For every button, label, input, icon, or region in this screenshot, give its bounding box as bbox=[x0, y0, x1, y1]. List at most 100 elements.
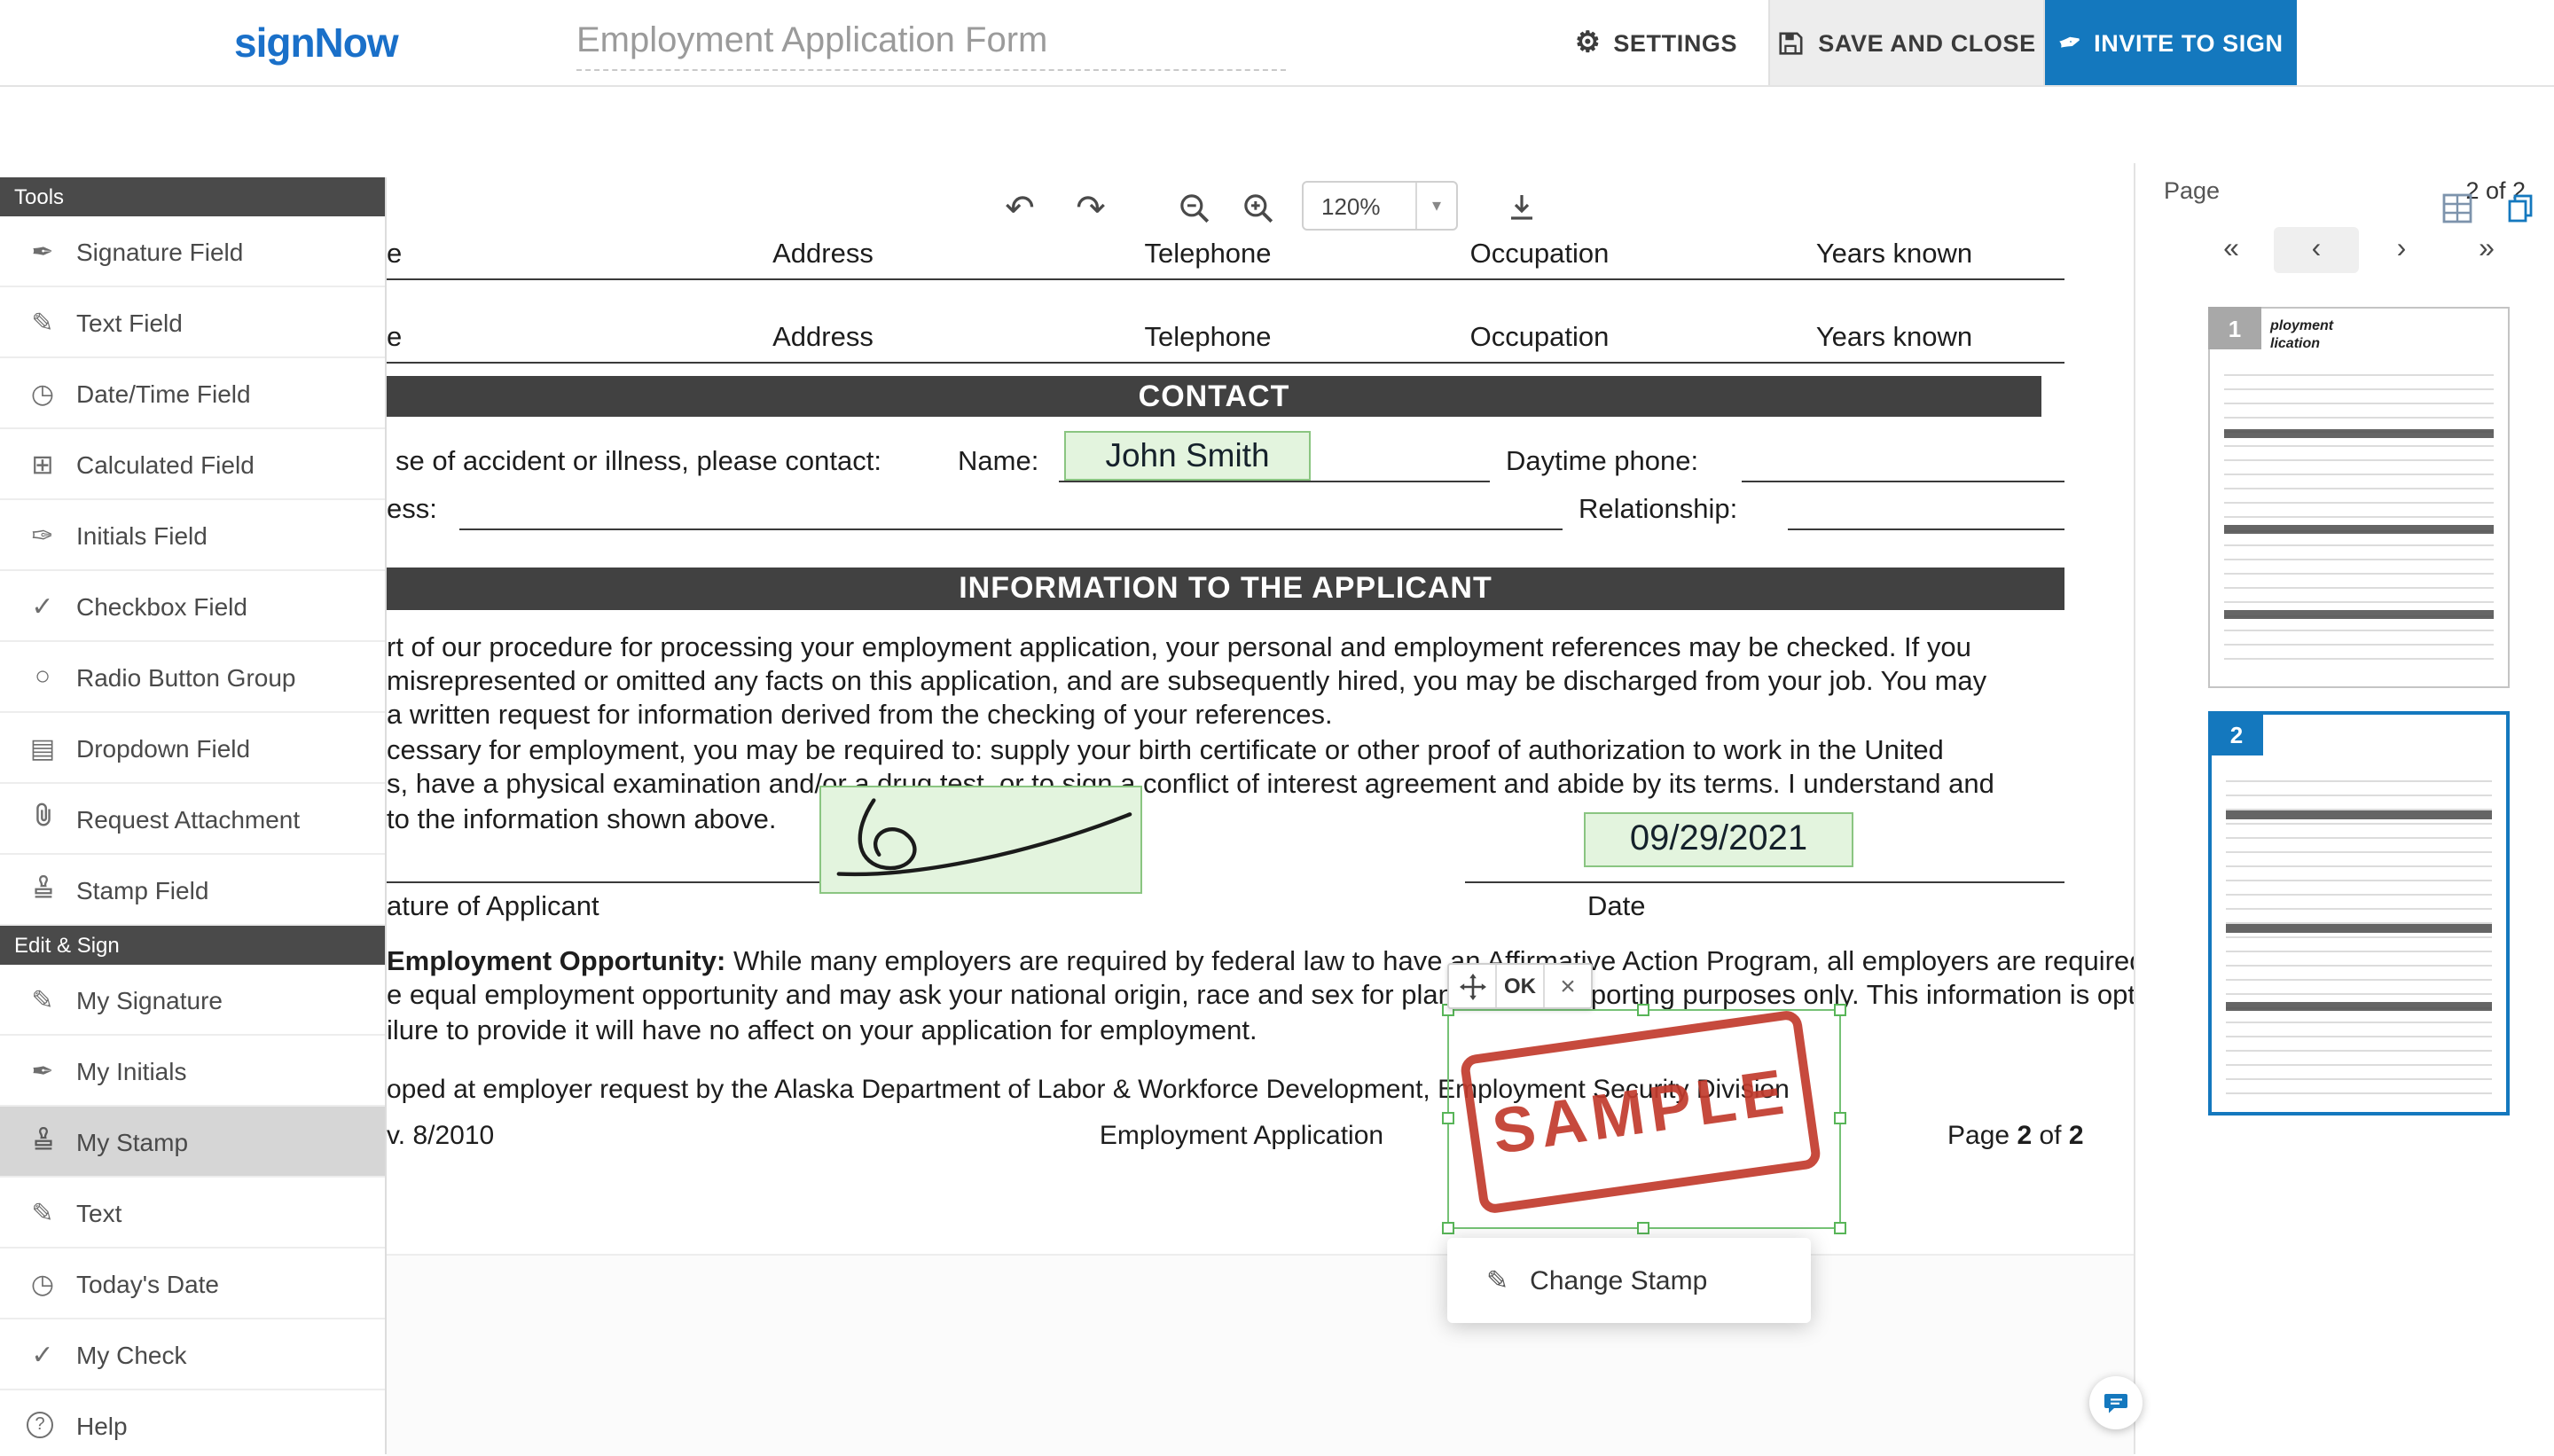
col-header-address: Address bbox=[772, 239, 874, 271]
pen-icon: ✑ bbox=[27, 519, 59, 551]
paragraph-line: cessary for employment, you may be requi… bbox=[387, 736, 1944, 768]
stamp-selection-box[interactable]: SAMPLE bbox=[1447, 1009, 1841, 1229]
pen-nib-icon: ✒ bbox=[27, 235, 59, 267]
settings-button[interactable]: ⚙ SETTINGS bbox=[1575, 0, 1737, 85]
zoom-out-icon bbox=[1177, 191, 1210, 224]
tools-header: Tools bbox=[0, 177, 385, 216]
document-title-input[interactable]: Employment Application Form bbox=[576, 21, 1286, 71]
sidebar-item-signature-field[interactable]: ✒ Signature Field bbox=[0, 216, 385, 287]
sidebar-item-dropdown-field[interactable]: ▤ Dropdown Field bbox=[0, 713, 385, 784]
col-header-telephone: Telephone bbox=[1144, 323, 1271, 355]
prev-page-button[interactable]: ‹ bbox=[2274, 227, 2359, 273]
sidebar-item-checkbox-field[interactable]: ✓ Checkbox Field bbox=[0, 571, 385, 642]
name-field-filled[interactable]: John Smith bbox=[1064, 431, 1311, 481]
date-field-filled[interactable]: 09/29/2021 bbox=[1584, 812, 1853, 867]
stamp-mini-toolbar: OK × bbox=[1447, 963, 1593, 1009]
top-bar: signNow Employment Application Form ⚙ SE… bbox=[0, 0, 2554, 87]
zoom-in-icon bbox=[1241, 191, 1274, 224]
change-stamp-popup[interactable]: ✎ Change Stamp bbox=[1447, 1238, 1811, 1323]
selection-handle[interactable] bbox=[1637, 1004, 1649, 1016]
page-thumbnail-1[interactable]: 1 ployment lication bbox=[2208, 307, 2510, 688]
form-line bbox=[1059, 481, 1490, 482]
fields-panel-button[interactable] bbox=[2433, 184, 2480, 231]
date-caption: Date bbox=[1587, 892, 1646, 924]
selection-handle[interactable] bbox=[1637, 1222, 1649, 1234]
sidebar-item-request-attachment[interactable]: Request Attachment bbox=[0, 784, 385, 855]
clock-icon: ◷ bbox=[27, 1267, 59, 1299]
eeo-line2: e equal employment opportunity and may a… bbox=[387, 981, 2193, 1013]
pencil-icon: ✎ bbox=[1486, 1264, 1508, 1296]
address-fragment: ess: bbox=[387, 495, 437, 527]
sidebar-item-calculated-field[interactable]: ⊞ Calculated Field bbox=[0, 429, 385, 500]
sidebar-item-help[interactable]: ? Help bbox=[0, 1390, 385, 1454]
selection-handle[interactable] bbox=[1834, 1222, 1846, 1234]
selection-handle[interactable] bbox=[1834, 1112, 1846, 1124]
selection-handle[interactable] bbox=[1442, 1112, 1454, 1124]
save-and-close-button[interactable]: SAVE AND CLOSE bbox=[1768, 0, 2045, 85]
footer-title: Employment Application bbox=[1100, 1121, 1383, 1151]
sidebar-item-label: Signature Field bbox=[76, 237, 243, 265]
page-navigation: « ‹ › » bbox=[2189, 227, 2529, 273]
sidebar-item-stamp-field[interactable]: Stamp Field bbox=[0, 855, 385, 926]
sidebar-item-label: My Signature bbox=[76, 985, 223, 1014]
sidebar-item-my-stamp[interactable]: My Stamp bbox=[0, 1107, 385, 1178]
redo-button[interactable]: ↷ bbox=[1068, 184, 1114, 231]
form-line bbox=[1788, 528, 2064, 530]
selection-handle[interactable] bbox=[1442, 1222, 1454, 1234]
thumbnail-1-content bbox=[2224, 362, 2494, 672]
fields-grid-icon bbox=[2440, 191, 2473, 224]
sidebar-item-label: Dropdown Field bbox=[76, 733, 250, 762]
zoom-level-select[interactable]: 120% ▾ bbox=[1302, 181, 1458, 231]
selection-handle[interactable] bbox=[1834, 1004, 1846, 1016]
sidebar-item-initials-field[interactable]: ✑ Initials Field bbox=[0, 500, 385, 571]
sample-stamp[interactable]: SAMPLE bbox=[1459, 1009, 1821, 1215]
form-line bbox=[387, 362, 2064, 364]
pages-panel-button[interactable] bbox=[2497, 184, 2543, 231]
last-page-button[interactable]: » bbox=[2444, 227, 2529, 273]
sidebar-item-datetime-field[interactable]: ◷ Date/Time Field bbox=[0, 358, 385, 429]
pencil-icon: ✎ bbox=[27, 1196, 59, 1228]
page-thumbnail-2[interactable]: 2 bbox=[2208, 711, 2510, 1115]
move-handle[interactable] bbox=[1449, 965, 1495, 1007]
signature-stroke bbox=[821, 786, 1140, 894]
editor-toolbar: ↶ ↷ 120% ▾ bbox=[0, 85, 2554, 163]
col-header-years: Years known bbox=[1816, 239, 1972, 271]
thumb-section-bar bbox=[2224, 429, 2494, 438]
checkmark-icon: ✓ bbox=[27, 590, 59, 622]
undo-button[interactable]: ↶ bbox=[997, 184, 1043, 231]
table-row2-fragment: e bbox=[387, 323, 402, 355]
pencil-icon: ✎ bbox=[27, 983, 59, 1015]
col-header-telephone: Telephone bbox=[1144, 239, 1271, 271]
sidebar-item-my-initials[interactable]: ✒ My Initials bbox=[0, 1036, 385, 1107]
zoom-in-button[interactable] bbox=[1234, 184, 1281, 231]
sidebar-item-text[interactable]: ✎ Text bbox=[0, 1178, 385, 1249]
download-button[interactable] bbox=[1499, 184, 1545, 231]
eeo-bold: Employment Opportunity: bbox=[387, 947, 725, 977]
col-header-occupation: Occupation bbox=[1470, 239, 1610, 271]
sidebar-item-todays-date[interactable]: ◷ Today's Date bbox=[0, 1249, 385, 1319]
sidebar-item-my-signature[interactable]: ✎ My Signature bbox=[0, 965, 385, 1036]
sidebar-item-label: Checkbox Field bbox=[76, 591, 247, 620]
thumbnail-2-number: 2 bbox=[2210, 713, 2263, 755]
thumbnail-1-title: ployment lication bbox=[2270, 317, 2333, 353]
close-icon[interactable]: × bbox=[1543, 965, 1591, 1007]
calculator-icon: ⊞ bbox=[27, 448, 59, 480]
contact-section-header: CONTACT bbox=[387, 376, 2041, 417]
invite-to-sign-button[interactable]: ✒ INVITE TO SIGN bbox=[2045, 0, 2297, 85]
sidebar-item-radio-button-group[interactable]: ○ Radio Button Group bbox=[0, 642, 385, 713]
first-page-button[interactable]: « bbox=[2189, 227, 2274, 273]
sidebar-item-label: Today's Date bbox=[76, 1269, 219, 1297]
feather-icon: ✒ bbox=[2055, 24, 2085, 60]
col-header-occupation: Occupation bbox=[1470, 323, 1610, 355]
ok-button[interactable]: OK bbox=[1495, 965, 1543, 1007]
next-page-button[interactable]: › bbox=[2359, 227, 2444, 273]
chat-widget-button[interactable] bbox=[2089, 1376, 2143, 1429]
stamp-icon bbox=[27, 873, 59, 906]
zoom-out-button[interactable] bbox=[1171, 184, 1217, 231]
sidebar-item-text-field[interactable]: ✎ Text Field bbox=[0, 287, 385, 358]
sidebar-item-label: My Initials bbox=[76, 1056, 186, 1084]
sidebar-item-my-check[interactable]: ✓ My Check bbox=[0, 1319, 385, 1390]
signature-field-filled[interactable] bbox=[819, 786, 1142, 894]
invite-label: INVITE TO SIGN bbox=[2094, 29, 2283, 56]
tools-sidebar: Tools ✒ Signature Field ✎ Text Field ◷ D… bbox=[0, 177, 387, 1454]
